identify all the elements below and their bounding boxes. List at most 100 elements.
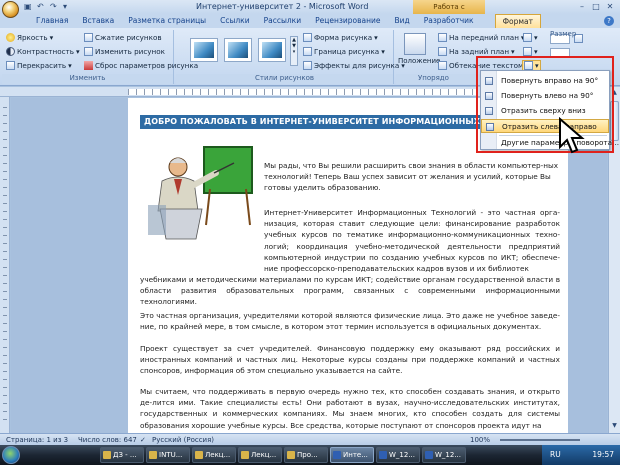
send-back-label: На задний план: [449, 47, 510, 56]
taskbar-item[interactable]: Про...: [284, 447, 328, 463]
picture-shape-button[interactable]: Форма рисунка ▾: [303, 33, 378, 42]
paragraph-support: Мы считаем, что поддерживать в первую оч…: [140, 387, 560, 430]
contrast-button[interactable]: Контрастность ▾: [6, 47, 80, 56]
taskbar-item[interactable]: INTU...: [146, 447, 190, 463]
change-picture-button[interactable]: Изменить рисунок: [84, 47, 165, 56]
start-button[interactable]: [2, 446, 20, 464]
reset-icon: [84, 61, 93, 70]
position-label: Положение: [398, 57, 441, 65]
menu-flip-horizontal[interactable]: Отразить слева направо: [481, 119, 609, 133]
brightness-button[interactable]: Яркость ▾: [6, 33, 53, 42]
window-controls: – □ ✕: [576, 1, 616, 12]
picture-style-thumb[interactable]: [258, 38, 286, 62]
context-tab-title: Работа с рисунками: [413, 0, 485, 25]
align-icon: [523, 33, 532, 42]
menu-rotate-right-90[interactable]: Повернуть вправо на 90°: [481, 74, 609, 88]
flip-vertical-icon: [485, 107, 493, 115]
menu-rotate-left-90[interactable]: Повернуть влево на 90°: [481, 89, 609, 103]
contrast-label: Контрастность: [17, 47, 74, 56]
rotate-left-icon: [485, 92, 493, 100]
picture-style-thumb[interactable]: [224, 38, 252, 62]
picture-style-thumb[interactable]: [190, 38, 218, 62]
compress-icon: [84, 33, 93, 42]
window-title: Интернет-университет 2 - Microsoft Word: [196, 2, 369, 11]
brightness-label: Яркость: [17, 33, 48, 42]
menu-item-label: Отразить сверху вниз: [501, 106, 586, 115]
style-gallery-scroll[interactable]: ▲ ▼ ▾: [290, 36, 298, 66]
text-wrap-button[interactable]: Обтекание текстом▾: [438, 61, 529, 70]
tab-home[interactable]: Главная: [29, 14, 75, 28]
tab-mailings[interactable]: Рассылки: [257, 14, 309, 28]
rotate-right-icon: [485, 77, 493, 85]
taskbar-item[interactable]: W_12...: [376, 447, 420, 463]
language-indicator[interactable]: RU: [550, 445, 561, 465]
text-wrap-label: Обтекание текстом: [449, 61, 524, 70]
position-icon: [404, 33, 426, 55]
tab-references[interactable]: Ссылки: [213, 14, 256, 28]
recolor-icon: [6, 61, 15, 70]
tab-developer[interactable]: Разработчик: [417, 14, 481, 28]
taskbar-item[interactable]: ДЗ - ...: [100, 447, 144, 463]
shape-icon: [303, 33, 312, 42]
teacher-clipart-image[interactable]: [148, 145, 258, 245]
redo-icon[interactable]: ↷: [50, 2, 59, 11]
minimize-button[interactable]: –: [576, 1, 588, 12]
paragraph-about-a: Интернет-Университет Информационных Техн…: [264, 208, 560, 274]
zoom-slider[interactable]: [500, 439, 580, 441]
menu-more-rotation-options[interactable]: Другие параметры поворота...: [481, 136, 619, 150]
tab-review[interactable]: Рецензирование: [308, 14, 387, 28]
tab-format[interactable]: Формат: [494, 14, 542, 28]
status-bar: Страница: 1 из 3 Число слов: 647 ✓ Русск…: [0, 433, 620, 445]
picture-border-button[interactable]: Граница рисунка ▾: [303, 47, 385, 56]
taskbar-item[interactable]: Лекц...: [192, 447, 236, 463]
scrollbar-thumb[interactable]: [610, 101, 619, 141]
effects-icon: [303, 61, 312, 70]
save-icon[interactable]: ▣: [24, 2, 33, 11]
paragraph-private-org: Это частная организация, учредителями ко…: [140, 311, 560, 332]
qat-dropdown-icon[interactable]: ▾: [63, 2, 72, 11]
align-button[interactable]: ▾: [523, 33, 538, 42]
menu-item-label: Повернуть вправо на 90°: [501, 76, 599, 85]
clock[interactable]: 19:57: [592, 445, 614, 465]
position-button[interactable]: Положение: [398, 33, 440, 65]
menu-item-label: Повернуть влево на 90°: [501, 91, 594, 100]
close-button[interactable]: ✕: [604, 1, 616, 12]
undo-icon[interactable]: ↶: [37, 2, 46, 11]
paragraph-intro: Мы рады, что Вы решили расширить свои зн…: [264, 161, 559, 193]
maximize-button[interactable]: □: [590, 1, 602, 12]
bring-to-front-button[interactable]: На передний план▾: [438, 33, 525, 42]
adjust-group: Яркость ▾ Контрастность ▾ Перекрасить ▾ Сжа…: [2, 30, 198, 84]
scroll-down-icon[interactable]: ▼: [610, 422, 619, 431]
menu-flip-vertical[interactable]: Отразить сверху вниз: [481, 104, 609, 118]
mouse-pointer-icon: [559, 117, 585, 154]
width-field[interactable]: [550, 48, 570, 58]
send-to-back-button[interactable]: На задний план ▾: [438, 47, 515, 56]
size-group-label: Размер: [550, 30, 577, 38]
taskbar-item[interactable]: W_12...: [422, 447, 466, 463]
rotate-icon: [524, 61, 533, 70]
rotate-menu: Повернуть вправо на 90° Повернуть влево …: [480, 70, 619, 150]
compress-label: Сжатие рисунков: [95, 33, 162, 42]
office-button[interactable]: [2, 1, 19, 18]
group-button[interactable]: ▾: [523, 47, 538, 56]
bring-front-label: На передний план: [449, 33, 519, 42]
taskbar-item[interactable]: Инте...: [330, 447, 374, 463]
ribbon-tabs: Главная Вставка Разметка страницы Ссылки…: [0, 14, 620, 28]
picture-effects-button[interactable]: Эффекты для рисунка ▾: [303, 61, 405, 70]
tab-view[interactable]: Вид: [387, 14, 416, 28]
compress-pictures-button[interactable]: Сжатие рисунков: [84, 33, 162, 42]
flip-horizontal-icon: [486, 123, 494, 131]
vertical-ruler[interactable]: [0, 97, 10, 433]
picture-effects-label: Эффекты для рисунка: [314, 61, 400, 70]
quick-access-toolbar: ▣ ↶ ↷ ▾: [24, 2, 72, 11]
tab-page-layout[interactable]: Разметка страницы: [121, 14, 213, 28]
tab-insert[interactable]: Вставка: [75, 14, 121, 28]
text-wrap-icon: [438, 61, 447, 70]
recolor-label: Перекрасить: [17, 61, 67, 70]
help-icon[interactable]: ?: [604, 16, 614, 26]
group-icon: [523, 47, 532, 56]
taskbar: ДЗ - ... INTU... Лекц... Лекц... Про... …: [0, 445, 620, 465]
taskbar-item[interactable]: Лекц...: [238, 447, 282, 463]
recolor-button[interactable]: Перекрасить ▾: [6, 61, 72, 70]
scroll-up-icon[interactable]: ▲: [610, 89, 619, 98]
